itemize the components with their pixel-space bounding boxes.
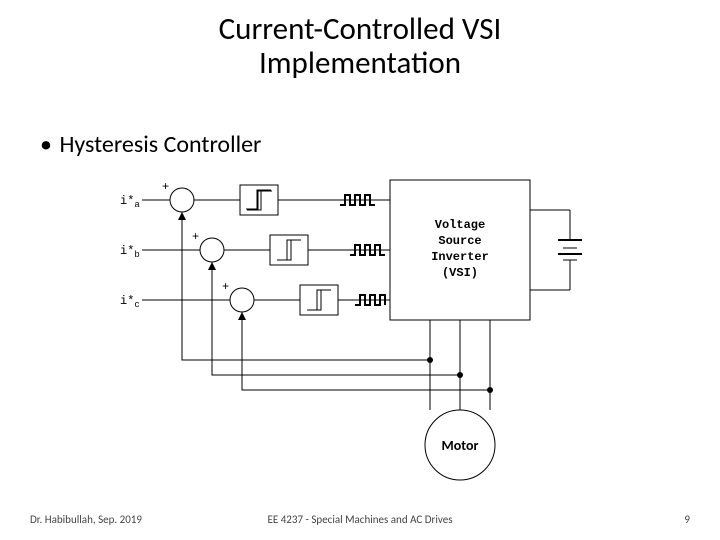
footer-right: 9 <box>684 513 690 526</box>
vsi-label-3: Inverter <box>431 250 489 264</box>
row-b: i*b + <box>120 230 390 265</box>
title-line2: Implementation <box>259 44 461 82</box>
vsi-label-1: Voltage <box>435 218 485 232</box>
bullet-dot: • <box>40 130 54 159</box>
pulse-c-icon <box>355 295 385 305</box>
vsi-label-4: (VSI) <box>442 266 478 280</box>
plus-b: + <box>192 230 199 244</box>
bullet: • Hysteresis Controller <box>40 130 261 159</box>
plus-a: + <box>162 180 169 194</box>
footer-center: EE 4237 - Special Machines and AC Drives <box>0 513 720 526</box>
row-a: i*a + <box>120 180 390 215</box>
input-c-label: i*c <box>120 294 140 310</box>
summer-b-icon <box>200 238 224 262</box>
title-line1: Current-Controlled VSI <box>219 10 502 48</box>
vsi-label-2: Source <box>438 234 481 248</box>
slide: Current-Controlled VSI Implementation • … <box>0 0 720 540</box>
summer-a-icon <box>170 188 194 212</box>
bullet-text: Hysteresis Controller <box>59 130 261 159</box>
battery-icon <box>530 210 582 290</box>
motor-label: Motor <box>442 437 479 454</box>
summer-c-icon <box>230 288 254 312</box>
diagram: i*a + i*b + <box>100 160 660 500</box>
page-title: Current-Controlled VSI Implementation <box>0 12 720 80</box>
input-b-label: i*b <box>120 244 140 260</box>
plus-c: + <box>222 280 229 294</box>
row-c: i*c + <box>120 280 390 315</box>
input-a-label: i*a <box>120 194 140 210</box>
